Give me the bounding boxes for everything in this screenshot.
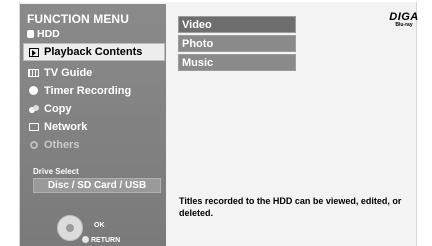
menu-item-timer-recording[interactable]: Timer Recording bbox=[24, 82, 164, 99]
menu-item-label: Network bbox=[44, 120, 88, 133]
ok-hint: OK bbox=[94, 222, 105, 229]
menu-item-copy[interactable]: Copy bbox=[24, 100, 164, 117]
description-text: Titles recorded to the HDD can be viewed… bbox=[179, 196, 402, 218]
tv-guide-icon bbox=[28, 68, 39, 78]
menu-item-label: Others bbox=[44, 138, 80, 151]
menu-item-label: Playback Contents bbox=[44, 46, 143, 58]
playback-icon bbox=[28, 47, 39, 57]
menu-item-label: TV Guide bbox=[44, 66, 93, 79]
hdd-icon bbox=[27, 30, 34, 38]
network-icon bbox=[28, 122, 39, 132]
submenu-item-photo[interactable]: Photo bbox=[178, 35, 296, 52]
drive-select-button[interactable]: Disc / SD Card / USB bbox=[33, 178, 161, 193]
diga-logo: DIGA Blu-ray bbox=[389, 11, 419, 28]
menu-item-label: Timer Recording bbox=[44, 84, 132, 97]
return-hint: RETURN bbox=[91, 237, 121, 244]
return-button-icon bbox=[82, 236, 89, 243]
copy-icon bbox=[28, 104, 39, 114]
drive-select-label: Drive Select bbox=[33, 167, 79, 176]
dpad-icon bbox=[57, 215, 83, 241]
drive-indicator: HDD bbox=[27, 28, 60, 40]
menu-item-label: Copy bbox=[44, 102, 72, 115]
menu-item-others[interactable]: Others bbox=[24, 136, 164, 153]
menu-item-tv-guide[interactable]: TV Guide bbox=[24, 64, 164, 81]
menu-item-network[interactable]: Network bbox=[24, 118, 164, 135]
function-menu-screen: FUNCTION MENU HDD Playback Contents TV G… bbox=[0, 0, 432, 246]
clock-icon bbox=[28, 86, 39, 96]
menu-title: FUNCTION MENU bbox=[27, 12, 129, 26]
drive-label: HDD bbox=[37, 28, 60, 40]
others-icon bbox=[28, 140, 39, 150]
submenu-item-video[interactable]: Video bbox=[178, 16, 296, 33]
submenu-item-music[interactable]: Music bbox=[178, 54, 296, 71]
menu-item-playback-contents[interactable]: Playback Contents bbox=[23, 43, 165, 61]
